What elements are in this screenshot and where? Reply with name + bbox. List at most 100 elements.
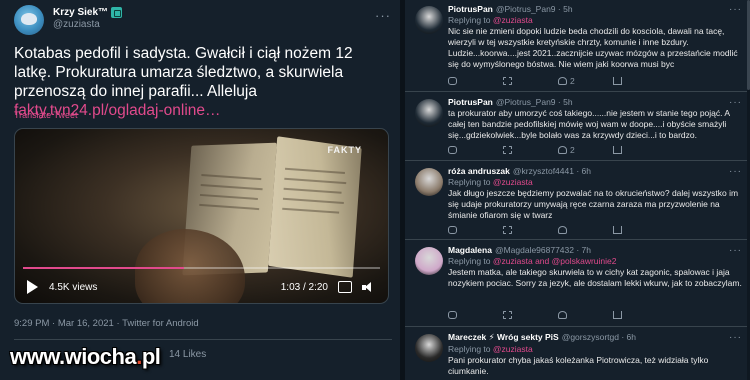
tweet-header: Krzy Siek™ @zuziasta [14, 5, 123, 35]
watermark-brand: wiocha [64, 344, 137, 369]
reply-icon [448, 146, 457, 154]
retweet-button[interactable] [503, 145, 558, 155]
reply-icon [448, 226, 457, 234]
reply-handle[interactable]: @Piotrus_Pan9 · 5h [496, 97, 573, 107]
retweet-button[interactable] [503, 311, 558, 319]
like-button[interactable] [558, 226, 613, 234]
reply-tweet[interactable]: PiotrusPan @Piotrus_Pan9 · 5h ta prokurat… [405, 93, 750, 161]
tweet-body: Kotabas pedofil i sadysta. Gwałcił i cią… [14, 45, 353, 100]
video-player[interactable]: FAKTY 4.5K views 1:03 / 2:20 [14, 128, 389, 304]
replying-to: Replying to @zuziasta [448, 15, 742, 25]
video-controls: 4.5K views 1:03 / 2:20 [15, 273, 388, 303]
reply-display-name[interactable]: Magdalena [448, 245, 492, 255]
share-button[interactable] [613, 226, 668, 234]
divider [14, 339, 392, 340]
avatar[interactable] [415, 247, 443, 275]
watermark-tld: pl [141, 344, 161, 369]
reply-handle[interactable]: @krzysztof4441 · 6h [513, 166, 591, 176]
reply-body: Magdalena @Magdale96877432 · 7h Replying … [448, 245, 742, 289]
reply-tweet[interactable]: PiotrusPan @Piotrus_Pan9 · 5h Replying to… [405, 0, 750, 92]
volume-icon[interactable] [362, 282, 376, 293]
reply-tweet[interactable]: róża andruszak @krzysztof4441 · 6h Replyi… [405, 162, 750, 240]
reply-text: Nic sie nie zmieni dopoki ludzie beda ch… [448, 26, 738, 69]
play-icon[interactable] [27, 280, 38, 294]
replying-to-label: Replying to [448, 177, 491, 187]
like-button[interactable]: 2 [558, 76, 613, 86]
like-icon [558, 226, 567, 234]
reply-handle[interactable]: @Magdale96877432 · 7h [495, 245, 591, 255]
translate-tweet-link[interactable]: Translate Tweet [14, 110, 78, 120]
share-icon [613, 311, 622, 319]
retweet-button[interactable] [503, 76, 558, 86]
reply-header: PiotrusPan @Piotrus_Pan9 · 5h [448, 4, 742, 14]
avatar[interactable] [14, 5, 44, 35]
reply-header: PiotrusPan @Piotrus_Pan9 · 5h [448, 97, 742, 107]
reply-button[interactable] [448, 226, 503, 234]
avatar[interactable] [415, 6, 443, 34]
reply-actions [448, 226, 668, 234]
retweet-icon [503, 146, 512, 154]
reply-button[interactable] [448, 145, 503, 155]
share-icon [613, 77, 622, 85]
fullscreen-icon[interactable] [338, 281, 352, 293]
replies-panel: PiotrusPan @Piotrus_Pan9 · 5h Replying to… [405, 0, 750, 380]
video-progress-bar[interactable] [23, 267, 380, 269]
tweet-author[interactable]: Krzy Siek™ @zuziasta [53, 7, 123, 30]
like-count: 2 [570, 76, 575, 86]
share-icon [613, 146, 622, 154]
reply-tweet[interactable]: Magdalena @Magdale96877432 · 7h Replying … [405, 241, 750, 327]
avatar[interactable] [415, 168, 443, 196]
reply-handle[interactable]: @gorszysortgd · 6h [562, 332, 636, 342]
handle[interactable]: @zuziasta [53, 19, 122, 30]
tweet-meta[interactable]: 9:29 PM · Mar 16, 2021 · Twitter for And… [14, 318, 199, 329]
likes-count[interactable]: 14 Likes [169, 349, 206, 360]
mention-link[interactable]: @zuziasta [493, 344, 533, 354]
reply-icon [448, 311, 457, 319]
reply-display-name[interactable]: PiotrusPan [448, 97, 493, 107]
like-count: 2 [570, 145, 575, 155]
more-options-icon[interactable]: ··· [375, 8, 391, 23]
reply-display-name[interactable]: Mareczek ⚡ Wróg sekty PiS [448, 332, 559, 342]
like-button[interactable] [558, 311, 613, 319]
reply-button[interactable] [448, 311, 503, 319]
retweet-icon [503, 226, 512, 234]
reply-header: Magdalena @Magdale96877432 · 7h [448, 245, 742, 255]
replying-to: Replying to @zuziasta and @polskawruinie… [448, 256, 742, 266]
reply-text: Jestem matka, ale takiego skurwiela to w… [448, 267, 742, 288]
more-options-icon[interactable]: ··· [729, 4, 742, 15]
reply-text: ta prokurator aby umorzyć coś takiego...… [448, 108, 730, 140]
badge-icon [111, 7, 123, 18]
share-button[interactable] [613, 76, 668, 86]
share-button[interactable] [613, 311, 668, 319]
reply-text: Jak długo jeszcze będziemy pozwalać na t… [448, 188, 739, 220]
more-options-icon[interactable]: ··· [729, 97, 742, 108]
retweet-icon [503, 311, 512, 319]
more-options-icon[interactable]: ··· [729, 332, 742, 343]
reply-actions [448, 311, 668, 319]
reply-handle[interactable]: @Piotrus_Pan9 · 5h [496, 4, 573, 14]
display-name[interactable]: Krzy Siek™ [53, 7, 123, 18]
like-button[interactable]: 2 [558, 145, 613, 155]
retweet-button[interactable] [503, 226, 558, 234]
reply-display-name[interactable]: PiotrusPan [448, 4, 493, 14]
replying-to-label: Replying to [448, 256, 491, 266]
avatar[interactable] [415, 334, 443, 362]
main-tweet: Krzy Siek™ @zuziasta ··· Kotabas pedofil… [0, 0, 400, 380]
reply-icon [448, 77, 457, 85]
video-views: 4.5K views [49, 282, 98, 293]
reply-text: Pani prokurator chyba jakaś koleżanka Pi… [448, 355, 709, 376]
more-options-icon[interactable]: ··· [729, 166, 742, 177]
reply-display-name[interactable]: róża andruszak [448, 166, 510, 176]
reply-tweet[interactable]: Mareczek ⚡ Wróg sekty PiS @gorszysortgd ·… [405, 328, 750, 380]
mention-link[interactable]: @zuziasta [493, 15, 533, 25]
more-options-icon[interactable]: ··· [729, 245, 742, 256]
reply-actions: 2 [448, 145, 668, 155]
avatar[interactable] [415, 99, 443, 127]
watermark-pre: www. [10, 344, 65, 369]
tweet-text: Kotabas pedofil i sadysta. Gwałcił i cią… [14, 44, 392, 120]
share-button[interactable] [613, 145, 668, 155]
mention-link[interactable]: @zuziasta and @polskawruinie2 [493, 256, 617, 266]
watermark-logo: www.wiocha.pl [10, 344, 161, 370]
mention-link[interactable]: @zuziasta [493, 177, 533, 187]
reply-button[interactable] [448, 76, 503, 86]
